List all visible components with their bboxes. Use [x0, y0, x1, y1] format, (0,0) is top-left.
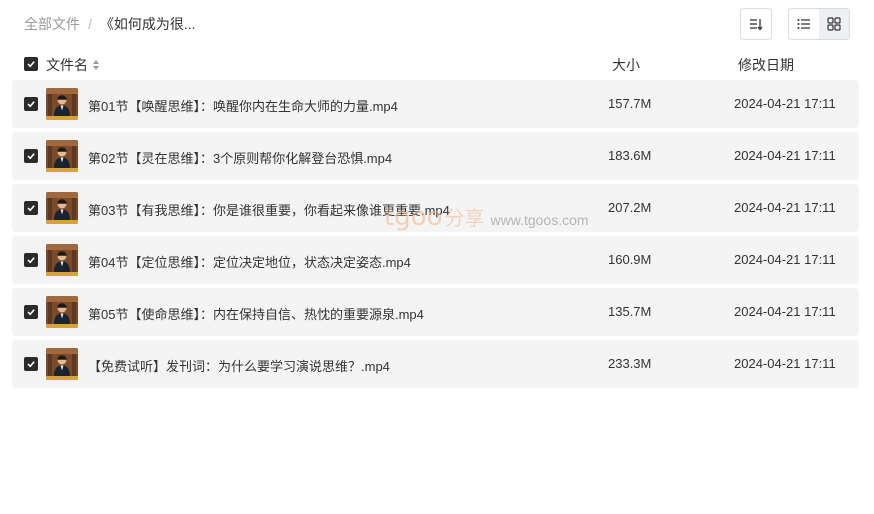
video-thumbnail-image — [46, 244, 78, 276]
file-size: 135.7M — [608, 304, 652, 319]
sort-icon — [750, 19, 763, 31]
file-row[interactable]: 第03节【有我思维】：你是谁很重要，你看起来像谁更重要.mp4 207.2M 2… — [12, 184, 859, 232]
video-thumbnail-image — [46, 192, 78, 224]
check-icon — [27, 101, 35, 108]
row-checkbox[interactable] — [24, 149, 38, 163]
breadcrumb-root-link[interactable]: 全部文件 — [24, 14, 80, 34]
file-size: 183.6M — [608, 148, 652, 163]
file-name[interactable]: 【免费试听】发刊词：为什么要学习演说思维？.mp4 — [88, 356, 390, 375]
file-row[interactable]: 第05节【使命思维】：内在保持自信、热忱的重要源泉.mp4 135.7M 202… — [12, 288, 859, 336]
sort-arrows-icon — [93, 60, 99, 70]
row-checkbox[interactable] — [24, 305, 38, 319]
column-header-date[interactable]: 修改日期 — [738, 55, 794, 75]
check-icon — [27, 153, 35, 160]
row-checkbox[interactable] — [24, 201, 38, 215]
file-date: 2024-04-21 17:11 — [734, 356, 836, 371]
file-size: 207.2M — [608, 200, 652, 215]
row-checkbox[interactable] — [24, 97, 38, 111]
file-date: 2024-04-21 17:11 — [734, 252, 836, 267]
select-all-checkbox[interactable] — [24, 57, 38, 71]
video-thumbnail — [46, 140, 78, 172]
file-date: 2024-04-21 17:11 — [734, 200, 836, 215]
breadcrumb-current: 《如何成为很... — [99, 16, 196, 32]
grid-view-icon — [827, 17, 841, 31]
file-date: 2024-04-21 17:11 — [734, 148, 836, 163]
file-name[interactable]: 第03节【有我思维】：你是谁很重要，你看起来像谁更重要.mp4 — [88, 200, 450, 219]
video-thumbnail — [46, 296, 78, 328]
grid-view-button[interactable] — [819, 9, 849, 39]
file-size: 233.3M — [608, 356, 652, 371]
column-header-name[interactable]: 文件名 — [46, 55, 100, 75]
file-name[interactable]: 第01节【唤醒思维】：唤醒你内在生命大师的力量.mp4 — [88, 96, 398, 115]
sort-button[interactable] — [740, 8, 772, 40]
file-date: 2024-04-21 17:11 — [734, 304, 836, 319]
video-thumbnail — [46, 88, 78, 120]
column-header-name-label: 文件名 — [46, 57, 88, 73]
check-icon — [27, 205, 35, 212]
video-thumbnail — [46, 192, 78, 224]
check-icon — [27, 61, 35, 68]
view-toggle — [788, 8, 850, 40]
check-icon — [27, 309, 35, 316]
file-name[interactable]: 第02节【灵在思维】：3个原则帮你化解登台恐惧.mp4 — [88, 148, 392, 167]
video-thumbnail — [46, 348, 78, 380]
check-icon — [27, 361, 35, 368]
row-checkbox[interactable] — [24, 357, 38, 371]
video-thumbnail-image — [46, 348, 78, 380]
breadcrumb: 全部文件 / 《如何成为很... — [24, 15, 196, 33]
list-view-button[interactable] — [789, 9, 819, 39]
column-header-size[interactable]: 大小 — [612, 55, 640, 75]
file-row[interactable]: 【免费试听】发刊词：为什么要学习演说思维？.mp4 233.3M 2024-04… — [12, 340, 859, 388]
file-name[interactable]: 第04节【定位思维】：定位决定地位，状态决定姿态.mp4 — [88, 252, 411, 271]
file-list: 第01节【唤醒思维】：唤醒你内在生命大师的力量.mp4 157.7M 2024-… — [12, 80, 859, 392]
check-icon — [27, 257, 35, 264]
breadcrumb-separator: / — [88, 16, 92, 32]
file-name[interactable]: 第05节【使命思维】：内在保持自信、热忱的重要源泉.mp4 — [88, 304, 424, 323]
list-view-icon — [797, 19, 810, 29]
video-thumbnail-image — [46, 88, 78, 120]
file-row[interactable]: 第04节【定位思维】：定位决定地位，状态决定姿态.mp4 160.9M 2024… — [12, 236, 859, 284]
file-row[interactable]: 第02节【灵在思维】：3个原则帮你化解登台恐惧.mp4 183.6M 2024-… — [12, 132, 859, 180]
file-row[interactable]: 第01节【唤醒思维】：唤醒你内在生命大师的力量.mp4 157.7M 2024-… — [12, 80, 859, 128]
file-date: 2024-04-21 17:11 — [734, 96, 836, 111]
video-thumbnail — [46, 244, 78, 276]
video-thumbnail-image — [46, 140, 78, 172]
video-thumbnail-image — [46, 296, 78, 328]
row-checkbox[interactable] — [24, 253, 38, 267]
file-size: 160.9M — [608, 252, 652, 267]
file-list-header: 文件名 大小 修改日期 — [12, 52, 859, 76]
file-size: 157.7M — [608, 96, 652, 111]
